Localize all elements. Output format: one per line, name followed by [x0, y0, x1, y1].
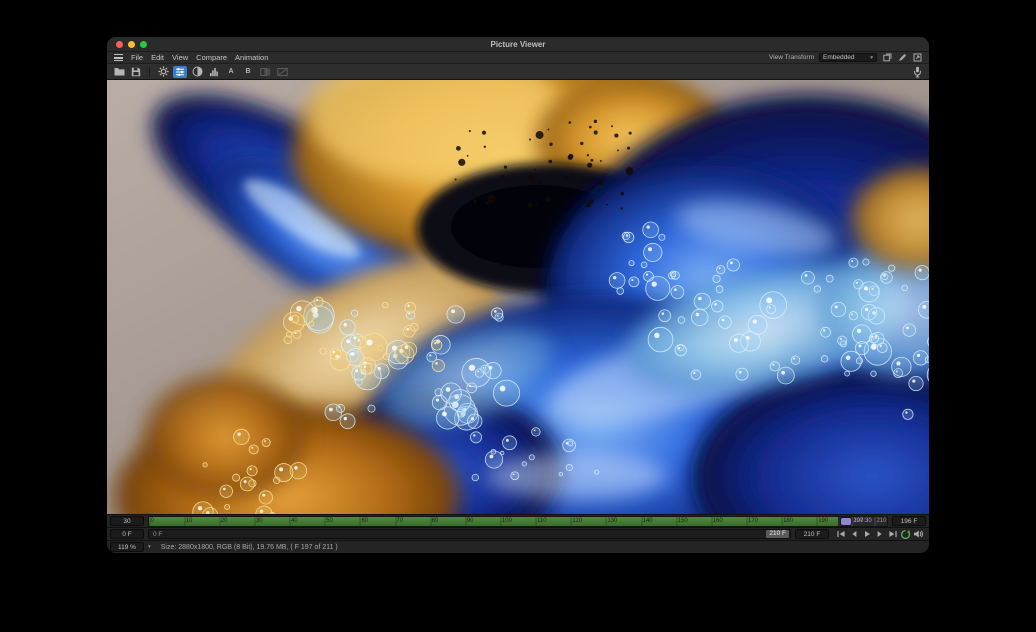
- view-transform-value: Embedded: [823, 54, 854, 61]
- toolbar: A B: [107, 64, 929, 80]
- prev-frame-button[interactable]: [848, 529, 859, 539]
- zoom-window-button[interactable]: [140, 41, 147, 48]
- histogram-icon[interactable]: [207, 66, 221, 78]
- display-filter-icon[interactable]: [173, 66, 187, 78]
- view-transform-select[interactable]: Embedded ▾: [819, 53, 877, 62]
- hamburger-menu-icon[interactable]: [114, 54, 123, 61]
- menu-file[interactable]: File: [131, 53, 143, 62]
- range-start-box[interactable]: 0 F: [110, 529, 144, 539]
- duplicate-window-icon[interactable]: [882, 53, 892, 63]
- titlebar[interactable]: Picture Viewer: [107, 37, 929, 52]
- chevron-down-icon: ▾: [870, 55, 873, 61]
- fps-box[interactable]: 30: [110, 516, 144, 526]
- toolbar-divider: [149, 67, 150, 77]
- compare-a-button[interactable]: A: [224, 66, 238, 78]
- compare-b-button[interactable]: B: [241, 66, 255, 78]
- menu-edit[interactable]: Edit: [151, 53, 164, 62]
- window-title: Picture Viewer: [107, 40, 929, 49]
- open-folder-icon[interactable]: [112, 66, 126, 78]
- range-scrollbar[interactable]: 0 F 210 F: [148, 529, 791, 539]
- edit-pencil-icon[interactable]: [897, 53, 907, 63]
- loop-playback-button[interactable]: [900, 529, 911, 539]
- traffic-lights: [107, 41, 147, 48]
- range-bar-end-label: 210 F: [766, 530, 789, 538]
- playhead-marker[interactable]: [841, 518, 851, 525]
- zoom-dropdown-arrow-icon[interactable]: ▾: [148, 544, 151, 550]
- close-window-button[interactable]: [116, 41, 123, 48]
- image-canvas[interactable]: [107, 80, 929, 514]
- end-frame-field[interactable]: 210 F: [795, 529, 829, 539]
- timeline-ruler-row: 30 0102030405060708090100110120130140150…: [107, 514, 929, 527]
- contrast-icon[interactable]: [190, 66, 204, 78]
- image-info-text: Size: 2880x1800, RGB (8 Bit), 19.76 MB, …: [161, 544, 338, 551]
- picture-viewer-window: Picture Viewer File Edit View Compare An…: [107, 37, 929, 553]
- menu-view[interactable]: View: [172, 53, 188, 62]
- timeline-playhead[interactable]: 197:30: [841, 518, 871, 525]
- zoom-level-box[interactable]: 119 %: [110, 542, 144, 552]
- goto-start-button[interactable]: [835, 529, 846, 539]
- rendered-image: [107, 80, 929, 514]
- menubar: File Edit View Compare Animation View Tr…: [107, 52, 929, 64]
- popout-icon[interactable]: [912, 53, 922, 63]
- sound-toggle-button[interactable]: [913, 529, 924, 539]
- menu-compare[interactable]: Compare: [196, 53, 227, 62]
- minimize-window-button[interactable]: [128, 41, 135, 48]
- menu-animation[interactable]: Animation: [235, 53, 268, 62]
- playhead-label: 197:30: [853, 518, 871, 524]
- goto-end-button[interactable]: [887, 529, 898, 539]
- compare-wipe-icon[interactable]: [275, 66, 289, 78]
- timeline-range-row: 0 F 0 F 210 F 210 F: [107, 527, 929, 540]
- filter-gear-icon[interactable]: [156, 66, 170, 78]
- statusbar: 119 % ▾ Size: 2880x1800, RGB (8 Bit), 19…: [107, 540, 929, 553]
- timeline-ruler[interactable]: 0102030405060708090100110120130140150160…: [148, 516, 888, 527]
- save-image-icon[interactable]: [129, 66, 143, 78]
- range-bar-start-label: 0 F: [153, 531, 162, 538]
- compare-ab-icon[interactable]: [258, 66, 272, 78]
- timeline-range-band: [149, 517, 838, 526]
- timeline-end-box[interactable]: 196 F: [892, 516, 926, 526]
- play-button[interactable]: [861, 529, 872, 539]
- transport-controls: [833, 529, 926, 539]
- microphone-icon[interactable]: [910, 66, 924, 78]
- next-frame-button[interactable]: [874, 529, 885, 539]
- view-transform-label: View Transform: [769, 54, 814, 61]
